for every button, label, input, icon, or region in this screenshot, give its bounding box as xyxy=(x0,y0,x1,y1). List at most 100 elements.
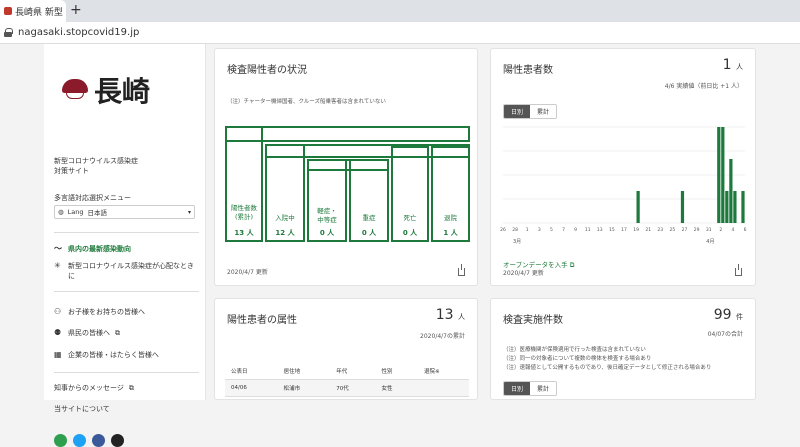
nagasaki-emblem-icon xyxy=(60,77,90,103)
share-icon[interactable] xyxy=(735,268,742,276)
table-cell: 女性 xyxy=(376,380,418,397)
facebook-icon[interactable] xyxy=(92,434,105,447)
flow-box-positive-total: 陽性者数(累計) 13 人 xyxy=(225,126,263,242)
lang-menu-label: 多言語対応選択メニュー xyxy=(54,193,131,203)
lock-icon xyxy=(4,28,12,37)
patients-count: 1 人 xyxy=(723,57,743,73)
attr-count: 13 人 xyxy=(436,307,465,323)
sidebar: 長崎 新型コロナウイルス感染症 対策サイト 多言語対応選択メニュー ◍ Lang… xyxy=(44,44,206,400)
site-logo[interactable]: 長崎 xyxy=(60,70,150,110)
tick-label: 26 xyxy=(500,227,506,233)
toggle-cumulative[interactable]: 累計 xyxy=(530,105,556,118)
tick-label: 6 xyxy=(744,227,747,233)
table-header: 年代 xyxy=(330,363,375,380)
sidebar-item-children[interactable]: ⚇ お子様をお持ちの皆様へ xyxy=(54,307,199,317)
github-icon[interactable] xyxy=(111,434,124,447)
tick-label: 29 xyxy=(694,227,700,233)
box-label: 入院中 xyxy=(267,214,303,223)
card-title: 検査実施件数 xyxy=(503,311,563,326)
patients-bar-chart: 26281357911131517192123252729312463月4月 xyxy=(495,119,753,249)
chart-line-icon: 〜 xyxy=(54,244,63,254)
month-label: 4月 xyxy=(706,239,714,245)
box-value: 0 人 xyxy=(393,228,427,238)
chart-bar xyxy=(725,191,728,223)
card-test-positive-status: 検査陽性者の状況 （注）チャーター機帰国者、クルーズ船乗客者は含まれていない 陽… xyxy=(214,48,478,286)
share-icon[interactable] xyxy=(458,268,465,276)
flow-box-hospitalized: 入院中 12 人 xyxy=(265,144,305,242)
sidebar-item-about[interactable]: 当サイトについて xyxy=(54,404,199,414)
month-label: 3月 xyxy=(513,239,521,245)
attr-value: 13 xyxy=(436,307,454,323)
tick-label: 11 xyxy=(585,227,591,233)
chart-bar xyxy=(717,127,720,223)
chart-bar xyxy=(729,159,732,223)
tests-count: 99 件 xyxy=(714,307,743,323)
card-updated: 2020/4/7 更新 xyxy=(227,267,268,276)
line-icon[interactable] xyxy=(54,434,67,447)
tick-label: 1 xyxy=(526,227,529,233)
tests-unit: 件 xyxy=(736,313,743,321)
sidebar-item-label: お子様をお持ちの皆様へ xyxy=(68,307,145,317)
box-value: 12 人 xyxy=(267,228,303,238)
tick-label: 9 xyxy=(574,227,577,233)
sidebar-item-trends[interactable]: 〜 県内の最新感染動向 xyxy=(54,244,199,254)
tick-label: 2 xyxy=(719,227,722,233)
attr-unit: 人 xyxy=(458,313,465,321)
patients-subnote: 4/6 実績値（前日比 +1 人） xyxy=(665,81,743,90)
tests-note: （注）医療機関が保険適用で行った検査は含まれていない xyxy=(503,345,646,353)
attr-date: 2020/4/7の累計 xyxy=(420,331,465,340)
address-bar[interactable]: nagasaki.stopcovid19.jp xyxy=(0,22,800,44)
table-cell xyxy=(418,380,469,397)
language-select[interactable]: ◍ Lang 日本語 ▾ xyxy=(54,205,195,219)
tests-value: 99 xyxy=(714,307,732,323)
tests-note: （注）速報値として公開するものであり、後日確定データとして修正される場合あり xyxy=(503,363,711,371)
lang-prefix: Lang xyxy=(68,208,84,216)
tick-label: 31 xyxy=(706,227,712,233)
flow-box-death: 死亡 0 人 xyxy=(391,146,429,242)
sidebar-item-business[interactable]: ▦ 企業の皆様・はたらく皆様へ xyxy=(54,350,199,360)
table-cell: 04/06 xyxy=(225,380,278,397)
sidebar-item-label: 当サイトについて xyxy=(54,404,110,414)
tick-label: 13 xyxy=(597,227,603,233)
box-label: 退院 xyxy=(433,214,468,223)
divider xyxy=(54,372,199,373)
card-title: 陽性患者の属性 xyxy=(227,311,297,326)
url-text[interactable]: nagasaki.stopcovid19.jp xyxy=(18,27,139,38)
tick-label: 15 xyxy=(609,227,615,233)
chart-bar xyxy=(681,191,684,223)
chart-toggle[interactable]: 日別 累計 xyxy=(503,381,557,396)
logo-text: 長崎 xyxy=(94,70,150,110)
tick-label: 21 xyxy=(645,227,651,233)
tests-note: （注）同一の対象者について複数の検体を検査する場合あり xyxy=(503,354,651,362)
chart-bar xyxy=(733,191,736,223)
globe-icon: ◍ xyxy=(58,208,64,216)
table-cell: 70代 xyxy=(330,380,375,397)
twitter-icon[interactable] xyxy=(73,434,86,447)
subtitle-line-1: 新型コロナウイルス感染症 xyxy=(54,156,138,166)
table-header: 性別 xyxy=(376,363,418,380)
tick-label: 17 xyxy=(621,227,627,233)
sidebar-item-worried[interactable]: ✳ 新型コロナウイルス感染症が心配なときに xyxy=(54,261,199,281)
flow-box-discharged: 退院 1 人 xyxy=(431,146,470,242)
table-cell: 松浦市 xyxy=(278,380,331,397)
sidebar-item-citizens[interactable]: ⚉ 県民の皆様へ ⧉ xyxy=(54,328,199,338)
chart-bar xyxy=(721,127,724,223)
tick-label: 5 xyxy=(550,227,553,233)
tick-label: 27 xyxy=(682,227,688,233)
external-link-icon: ⧉ xyxy=(115,328,120,338)
tests-date: 04/07の合計 xyxy=(708,329,743,338)
favicon-icon xyxy=(4,7,12,15)
browser-tab[interactable]: 長崎県 新型 × xyxy=(0,0,66,22)
tick-label: 28 xyxy=(512,227,518,233)
family-icon: ⚇ xyxy=(54,307,63,317)
chart-toggle[interactable]: 日別 累計 xyxy=(503,104,557,119)
new-tab-button[interactable]: + xyxy=(70,2,82,18)
toggle-cumulative[interactable]: 累計 xyxy=(530,382,556,395)
social-links xyxy=(54,434,124,447)
toggle-daily[interactable]: 日別 xyxy=(504,382,530,395)
tick-label: 3 xyxy=(538,227,541,233)
chart-bar xyxy=(741,191,744,223)
toggle-daily[interactable]: 日別 xyxy=(504,105,530,118)
card-updated: 2020/4/7 更新 xyxy=(503,268,544,277)
sidebar-item-governor[interactable]: 知事からのメッセージ ⧉ xyxy=(54,383,199,393)
